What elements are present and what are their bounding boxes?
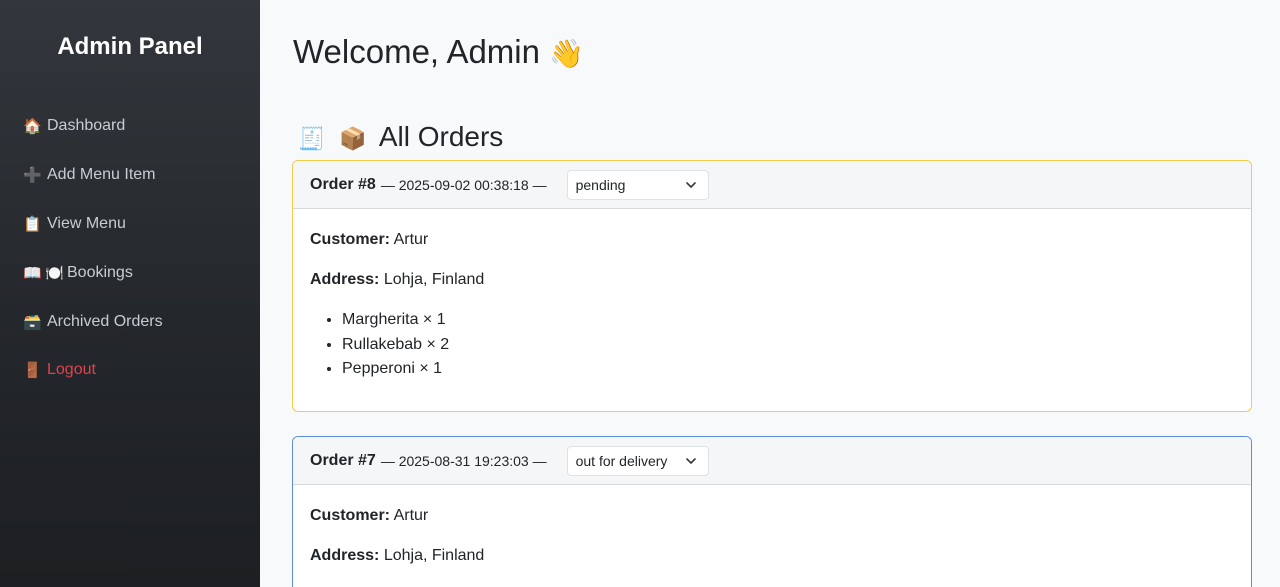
- status-select[interactable]: out for delivery: [566, 445, 709, 476]
- sidebar-item-logout[interactable]: 🚪 Logout: [0, 346, 260, 395]
- chevron-down-icon: [685, 457, 696, 464]
- sidebar-item-label: Add Menu Item: [47, 166, 156, 184]
- list-item: Pepperoni × 1: [342, 357, 1234, 382]
- customer-label: Customer:: [310, 231, 391, 248]
- address-field: Address: Lohja, Finland: [310, 544, 1234, 568]
- address-field: Address: Lohja, Finland: [310, 268, 1234, 292]
- sidebar-item-label: Dashboard: [47, 117, 126, 135]
- sidebar-title: Admin Panel: [57, 33, 203, 60]
- address-value: Lohja, Finland: [383, 547, 485, 564]
- plus-icon: ➕: [23, 167, 42, 185]
- sidebar-item-label: Bookings: [67, 263, 133, 281]
- order-timestamp: — 2025-09-02 00:38:18 —: [380, 176, 547, 193]
- sidebar-item-dashboard[interactable]: 🏠 Dashboard: [0, 102, 260, 151]
- section-title-text: All Orders: [378, 121, 504, 152]
- customer-field: Customer: Artur: [310, 504, 1234, 528]
- wave-icon: 👋: [549, 38, 585, 69]
- list-item: Margherita × 1: [342, 308, 1234, 333]
- plate-icon: 🍽️: [45, 264, 64, 282]
- sidebar-item-label: View Menu: [47, 214, 126, 232]
- sidebar-item-archived-orders[interactable]: 🗃️ Archived Orders: [0, 297, 260, 346]
- sidebar-item-add-menu-item[interactable]: ➕ Add Menu Item: [0, 151, 260, 200]
- status-select[interactable]: pending: [566, 169, 709, 200]
- customer-field: Customer: Artur: [310, 228, 1234, 252]
- welcome-text: Welcome, Admin: [293, 33, 540, 70]
- house-icon: 🏠: [23, 118, 42, 136]
- customer-value: Artur: [393, 231, 429, 248]
- door-icon: 🚪: [23, 362, 42, 380]
- page-title: Welcome, Admin 👋: [293, 30, 584, 74]
- sidebar-item-label: Archived Orders: [47, 312, 163, 330]
- sidebar-item-label: Logout: [47, 361, 96, 379]
- chevron-down-icon: [685, 181, 696, 188]
- order-body: Customer: Artur Address: Lohja, Finland: [293, 485, 1251, 568]
- sidebar-item-view-menu[interactable]: 📋 View Menu: [0, 200, 260, 249]
- customer-label: Customer:: [310, 507, 391, 524]
- address-label: Address:: [310, 547, 380, 564]
- order-timestamp: — 2025-08-31 19:23:03 —: [380, 452, 547, 469]
- book-icon: 📖: [23, 264, 42, 282]
- customer-value: Artur: [393, 507, 429, 524]
- clipboard-icon: 📋: [23, 215, 42, 233]
- package-icon: 📦: [339, 126, 367, 151]
- receipt-icon: 🧾: [298, 126, 326, 151]
- status-value: out for delivery: [575, 452, 668, 469]
- main-content: Welcome, Admin 👋 🧾 📦 All Orders Order #8…: [260, 0, 1280, 587]
- address-label: Address:: [310, 271, 380, 288]
- sidebar-nav: 🏠 Dashboard ➕ Add Menu Item 📋 View Menu …: [0, 102, 260, 395]
- status-value: pending: [575, 176, 626, 193]
- sidebar-item-bookings[interactable]: 📖 🍽️ Bookings: [0, 248, 260, 297]
- order-card: Order #8 — 2025-09-02 00:38:18 — pending…: [292, 160, 1252, 412]
- section-title: 🧾 📦 All Orders: [298, 118, 503, 156]
- order-header: Order #7 — 2025-08-31 19:23:03 — out for…: [293, 437, 1251, 485]
- order-card: Order #7 — 2025-08-31 19:23:03 — out for…: [292, 436, 1252, 587]
- card-box-icon: 🗃️: [23, 313, 42, 331]
- order-id: Order #7: [310, 451, 376, 469]
- order-items-list: Margherita × 1 Rullakebab × 2 Pepperoni …: [310, 308, 1234, 382]
- order-header: Order #8 — 2025-09-02 00:38:18 — pending: [293, 161, 1251, 209]
- list-item: Rullakebab × 2: [342, 333, 1234, 358]
- order-id: Order #8: [310, 175, 376, 193]
- address-value: Lohja, Finland: [383, 271, 485, 288]
- order-body: Customer: Artur Address: Lohja, Finland …: [293, 209, 1251, 382]
- sidebar: Admin Panel 🏠 Dashboard ➕ Add Menu Item …: [0, 0, 260, 587]
